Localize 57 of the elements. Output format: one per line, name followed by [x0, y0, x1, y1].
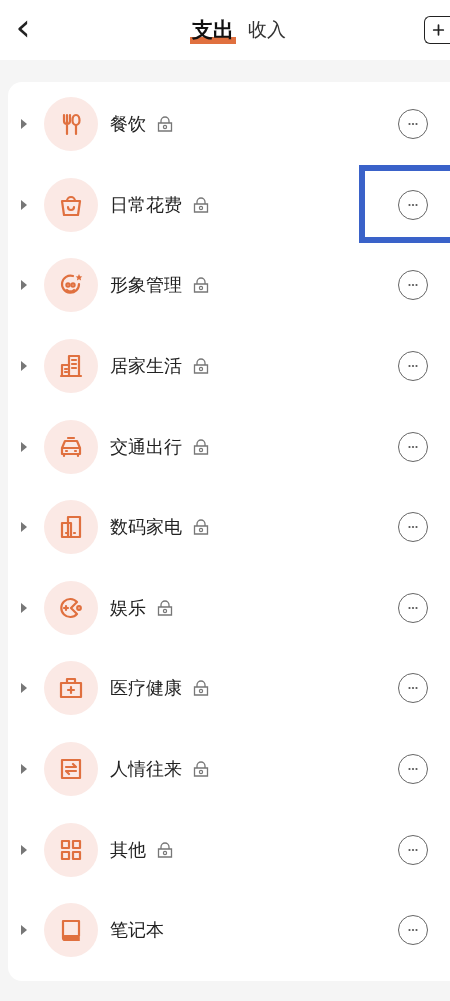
category-name: 娱乐: [110, 595, 146, 620]
expand-arrow-icon[interactable]: [20, 763, 28, 776]
category-name: 数码家电: [110, 515, 182, 540]
expand-arrow-icon[interactable]: [20, 682, 28, 695]
category-name: 餐饮: [110, 112, 146, 137]
category-name: 交通出行: [110, 434, 182, 459]
basket-icon: [44, 177, 98, 232]
ellipsis-icon: [408, 122, 418, 127]
ellipsis-icon: [408, 686, 418, 691]
more-button[interactable]: [398, 351, 428, 382]
more-button[interactable]: [398, 512, 428, 543]
more-button[interactable]: [398, 915, 428, 946]
ellipsis-icon: [408, 605, 418, 610]
expand-arrow-icon[interactable]: [20, 521, 28, 534]
building-icon: [44, 339, 98, 394]
expand-arrow-icon[interactable]: [20, 924, 28, 937]
more-button[interactable]: [398, 270, 428, 301]
expand-arrow-icon[interactable]: [20, 360, 28, 373]
book-icon: [44, 903, 98, 958]
more-button[interactable]: [398, 431, 428, 462]
more-button[interactable]: [398, 754, 428, 785]
category-name: 形象管理: [110, 273, 182, 298]
fork-spoon-icon: [44, 97, 98, 152]
category-name: 人情往来: [110, 757, 182, 782]
devices-icon: [44, 500, 98, 555]
ellipsis-icon: [408, 444, 418, 449]
pacman-icon: [44, 580, 98, 635]
more-button[interactable]: [398, 592, 428, 623]
more-button[interactable]: [398, 189, 428, 220]
more-button[interactable]: [398, 673, 428, 704]
add-button[interactable]: [424, 16, 450, 44]
category-name: 其他: [110, 837, 146, 862]
ellipsis-icon: [408, 525, 418, 530]
back-button[interactable]: ‹: [0, 8, 40, 52]
category-name: 笔记本: [110, 918, 164, 943]
expand-arrow-icon[interactable]: [20, 198, 28, 211]
exchange-icon: [44, 742, 98, 797]
ellipsis-icon: [408, 928, 418, 933]
car-icon: [44, 419, 98, 474]
expand-arrow-icon[interactable]: [20, 440, 28, 453]
ellipsis-icon: [408, 847, 418, 852]
ellipsis-icon: [408, 283, 418, 288]
medical-kit-icon: [44, 661, 98, 716]
tab[interactable]: 收入: [246, 14, 288, 46]
ellipsis-icon: [408, 767, 418, 772]
expand-arrow-icon[interactable]: [20, 843, 28, 856]
category-name: 医疗健康: [110, 676, 182, 701]
ellipsis-icon: [408, 364, 418, 369]
expand-arrow-icon[interactable]: [20, 279, 28, 292]
category-name: 日常花费: [110, 192, 182, 217]
more-button[interactable]: [398, 834, 428, 865]
more-button[interactable]: [398, 109, 428, 140]
expand-arrow-icon[interactable]: [20, 601, 28, 614]
category-name: 居家生活: [110, 354, 182, 379]
expand-arrow-icon[interactable]: [20, 118, 28, 131]
grid-icon: [44, 822, 98, 877]
ellipsis-icon: [408, 202, 418, 207]
